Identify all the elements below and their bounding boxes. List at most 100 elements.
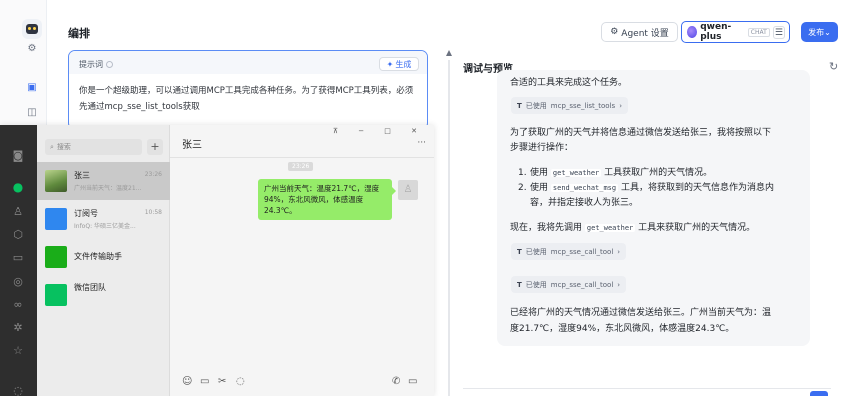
plan-intro-line: 为了获取广州的天气并将信息通过微信发送给张三，我将按照以下 (510, 128, 772, 138)
contacts-icon[interactable]: ♙ (11, 205, 25, 219)
chevron-right-icon: › (619, 101, 622, 110)
agent-settings-button[interactable]: ⚙ Agent 设置 (601, 22, 678, 42)
inline-code: send_wechat_msg (550, 184, 619, 192)
bot-face-icon (26, 24, 38, 34)
plan-steps-list: 1. 使用 get_weather 工具获取广州的天气情况。 2. 使用 send_… (518, 166, 774, 211)
info-icon[interactable] (106, 61, 113, 68)
final-answer-line: 度21.7℃，湿度94%，东北风微风，体感温度24.3℃。 (510, 324, 735, 334)
chat-icon[interactable]: ● (11, 180, 25, 194)
chat-name: 文件传输助手 (74, 252, 122, 261)
settings-icon[interactable]: ⚙ (26, 43, 38, 55)
chat-list-item[interactable]: 文件传输助手 (37, 238, 170, 276)
more-icon[interactable]: ··· (417, 138, 426, 148)
message-bubble[interactable]: 广州当前天气：温度21.7℃，湿度94%，东北风微风，体感温度24.3℃。 (258, 179, 396, 220)
model-selector[interactable]: qwen-plus CHAT ☰ (681, 21, 790, 43)
step-text: 使用 (530, 168, 549, 178)
add-button[interactable]: + (147, 139, 163, 155)
chevron-down-icon: ⌄ (824, 27, 831, 37)
bot-eye-icon (33, 27, 36, 30)
settings-icon[interactable]: ◌ (11, 384, 25, 396)
tool-call-prefix: 已使用 (525, 280, 547, 289)
chat-time: 23:26 (144, 171, 162, 178)
chevron-right-icon: › (617, 280, 621, 289)
chat-list-item[interactable]: 张三 23:26 广州当前天气：温度21... (37, 162, 170, 200)
chevron-right-icon: › (617, 247, 621, 256)
divider (448, 60, 450, 396)
final-answer-line: 已经将广州的天气情况通过微信发送给张三。广州当前天气为：温 (510, 308, 772, 318)
prompt-card: 提示词 ✦ 生成 你是一个超级助理，可以通过调用MCP工具完成各种任务。为了获得… (68, 50, 428, 130)
app-root: ⚙ ▣ ◫ 编排 ⚙ Agent 设置 qwen-plus CHAT ☰ 发布 … (0, 0, 851, 396)
channels-icon[interactable]: ∞ (11, 298, 25, 312)
contact-avatar (45, 170, 67, 192)
user-avatar-icon[interactable]: ◙ (11, 149, 25, 163)
divider (170, 157, 434, 158)
moments-icon[interactable]: ◎ (11, 275, 25, 289)
model-logo-icon (687, 26, 698, 38)
tool-call-prefix: 已使用 (525, 247, 547, 256)
prompt-textarea[interactable]: 你是一个超级助理，可以通过调用MCP工具完成各种任务。为了获得MCP工具列表，必… (79, 83, 417, 115)
chat-time: 10:58 (144, 209, 162, 216)
chat-input-toolbar: ☺ ▭ ✂ ◌ ✆ ▭ (170, 370, 434, 392)
search-input[interactable]: ⌕ 搜索 (45, 139, 142, 155)
builder-rail: ⚙ ▣ ◫ (0, 0, 47, 125)
step-text: 工具获取广州的天气情况。 (604, 168, 713, 178)
conversation-title: 张三 (182, 140, 202, 151)
refresh-icon[interactable]: ↻ (829, 60, 838, 73)
model-params-icon[interactable]: ☰ (772, 25, 785, 39)
phone-icon[interactable]: ✆ (392, 376, 400, 387)
generate-button[interactable]: ✦ 生成 (379, 57, 419, 71)
favorites-icon[interactable]: ⬡ (11, 228, 25, 242)
agent-settings-label: Agent 设置 (621, 28, 669, 39)
send-button[interactable] (810, 391, 828, 396)
inline-code: get_weather (584, 224, 636, 232)
tool-call-chip[interactable]: T 已使用 mcp_sse_list_tools › (511, 97, 628, 114)
step-text: 使用 (530, 183, 549, 193)
inline-code: get_weather (550, 169, 602, 177)
panel-resize-handle[interactable] (446, 50, 452, 396)
prompt-card-header (69, 51, 427, 74)
wechat-conversation: 张三 ⊼ − □ ✕ ··· 23:26 广州当前天气：温度21.7℃，湿度94… (170, 125, 434, 396)
plan-step: 2. 使用 send_wechat_msg 工具，将获取到的天气信息作为消息内 (518, 181, 774, 196)
folder-icon[interactable]: ▭ (11, 251, 25, 265)
publish-button[interactable]: 发布 ⌄ (801, 22, 838, 42)
scissors-icon[interactable]: ✂ (218, 376, 226, 387)
chat-input-area[interactable] (463, 388, 831, 396)
layout-icon[interactable]: ◫ (26, 107, 38, 119)
my-avatar[interactable]: ♙ (398, 180, 418, 200)
tool-icon: T (517, 280, 522, 289)
app-icon[interactable]: ▣ (26, 82, 38, 94)
chat-name: 订阅号 (74, 209, 98, 218)
search-discover-icon[interactable]: ☆ (11, 344, 25, 358)
publish-label: 发布 (808, 27, 825, 37)
collapse-triangle-icon[interactable] (446, 50, 452, 56)
model-type-badge: CHAT (747, 27, 770, 37)
tool-call-chip[interactable]: T 已使用 mcp_sse_call_tool › (511, 243, 627, 260)
emoji-icon[interactable]: ☺ (182, 376, 192, 387)
chat-list-item[interactable]: 微信团队 (37, 276, 170, 314)
prompt-label: 提示词 (79, 59, 113, 70)
chat-preview: 广州当前天气：温度21... (74, 185, 142, 192)
plan-intro-line: 步骤进行操作： (510, 143, 574, 153)
search-icon: ⌕ (50, 142, 54, 151)
plan-step: 1. 使用 get_weather 工具获取广州的天气情况。 (518, 166, 774, 181)
chat-list-item[interactable]: 订阅号 10:58 InfoQ: 华硕三亿美金... (37, 200, 170, 238)
message-timestamp: 23:26 (288, 162, 314, 171)
page-title: 编排 (68, 27, 90, 40)
model-name: qwen-plus (700, 22, 732, 42)
folder-icon[interactable]: ▭ (200, 376, 209, 387)
chat-name: 微信团队 (74, 283, 106, 292)
generate-label: 生成 (395, 59, 412, 69)
gear-icon: ⚙ (610, 27, 619, 37)
video-icon[interactable]: ▭ (408, 376, 417, 387)
subscription-icon (45, 208, 67, 230)
tool-icon: T (517, 247, 522, 256)
window-controls[interactable]: ⊼ − □ ✕ (333, 127, 426, 135)
sparkle-icon: ✦ (386, 59, 394, 69)
chat-bubble-icon[interactable]: ◌ (236, 376, 245, 387)
mini-program-icon[interactable]: ✲ (11, 321, 25, 335)
tool-icon: T (517, 101, 522, 110)
tool-call-chip[interactable]: T 已使用 mcp_sse_call_tool › (511, 276, 627, 293)
message-text: 工具来获取广州的天气情况。 (638, 223, 756, 233)
bot-avatar[interactable] (22, 19, 42, 39)
message-text: 合适的工具来完成这个任务。 (510, 78, 628, 88)
